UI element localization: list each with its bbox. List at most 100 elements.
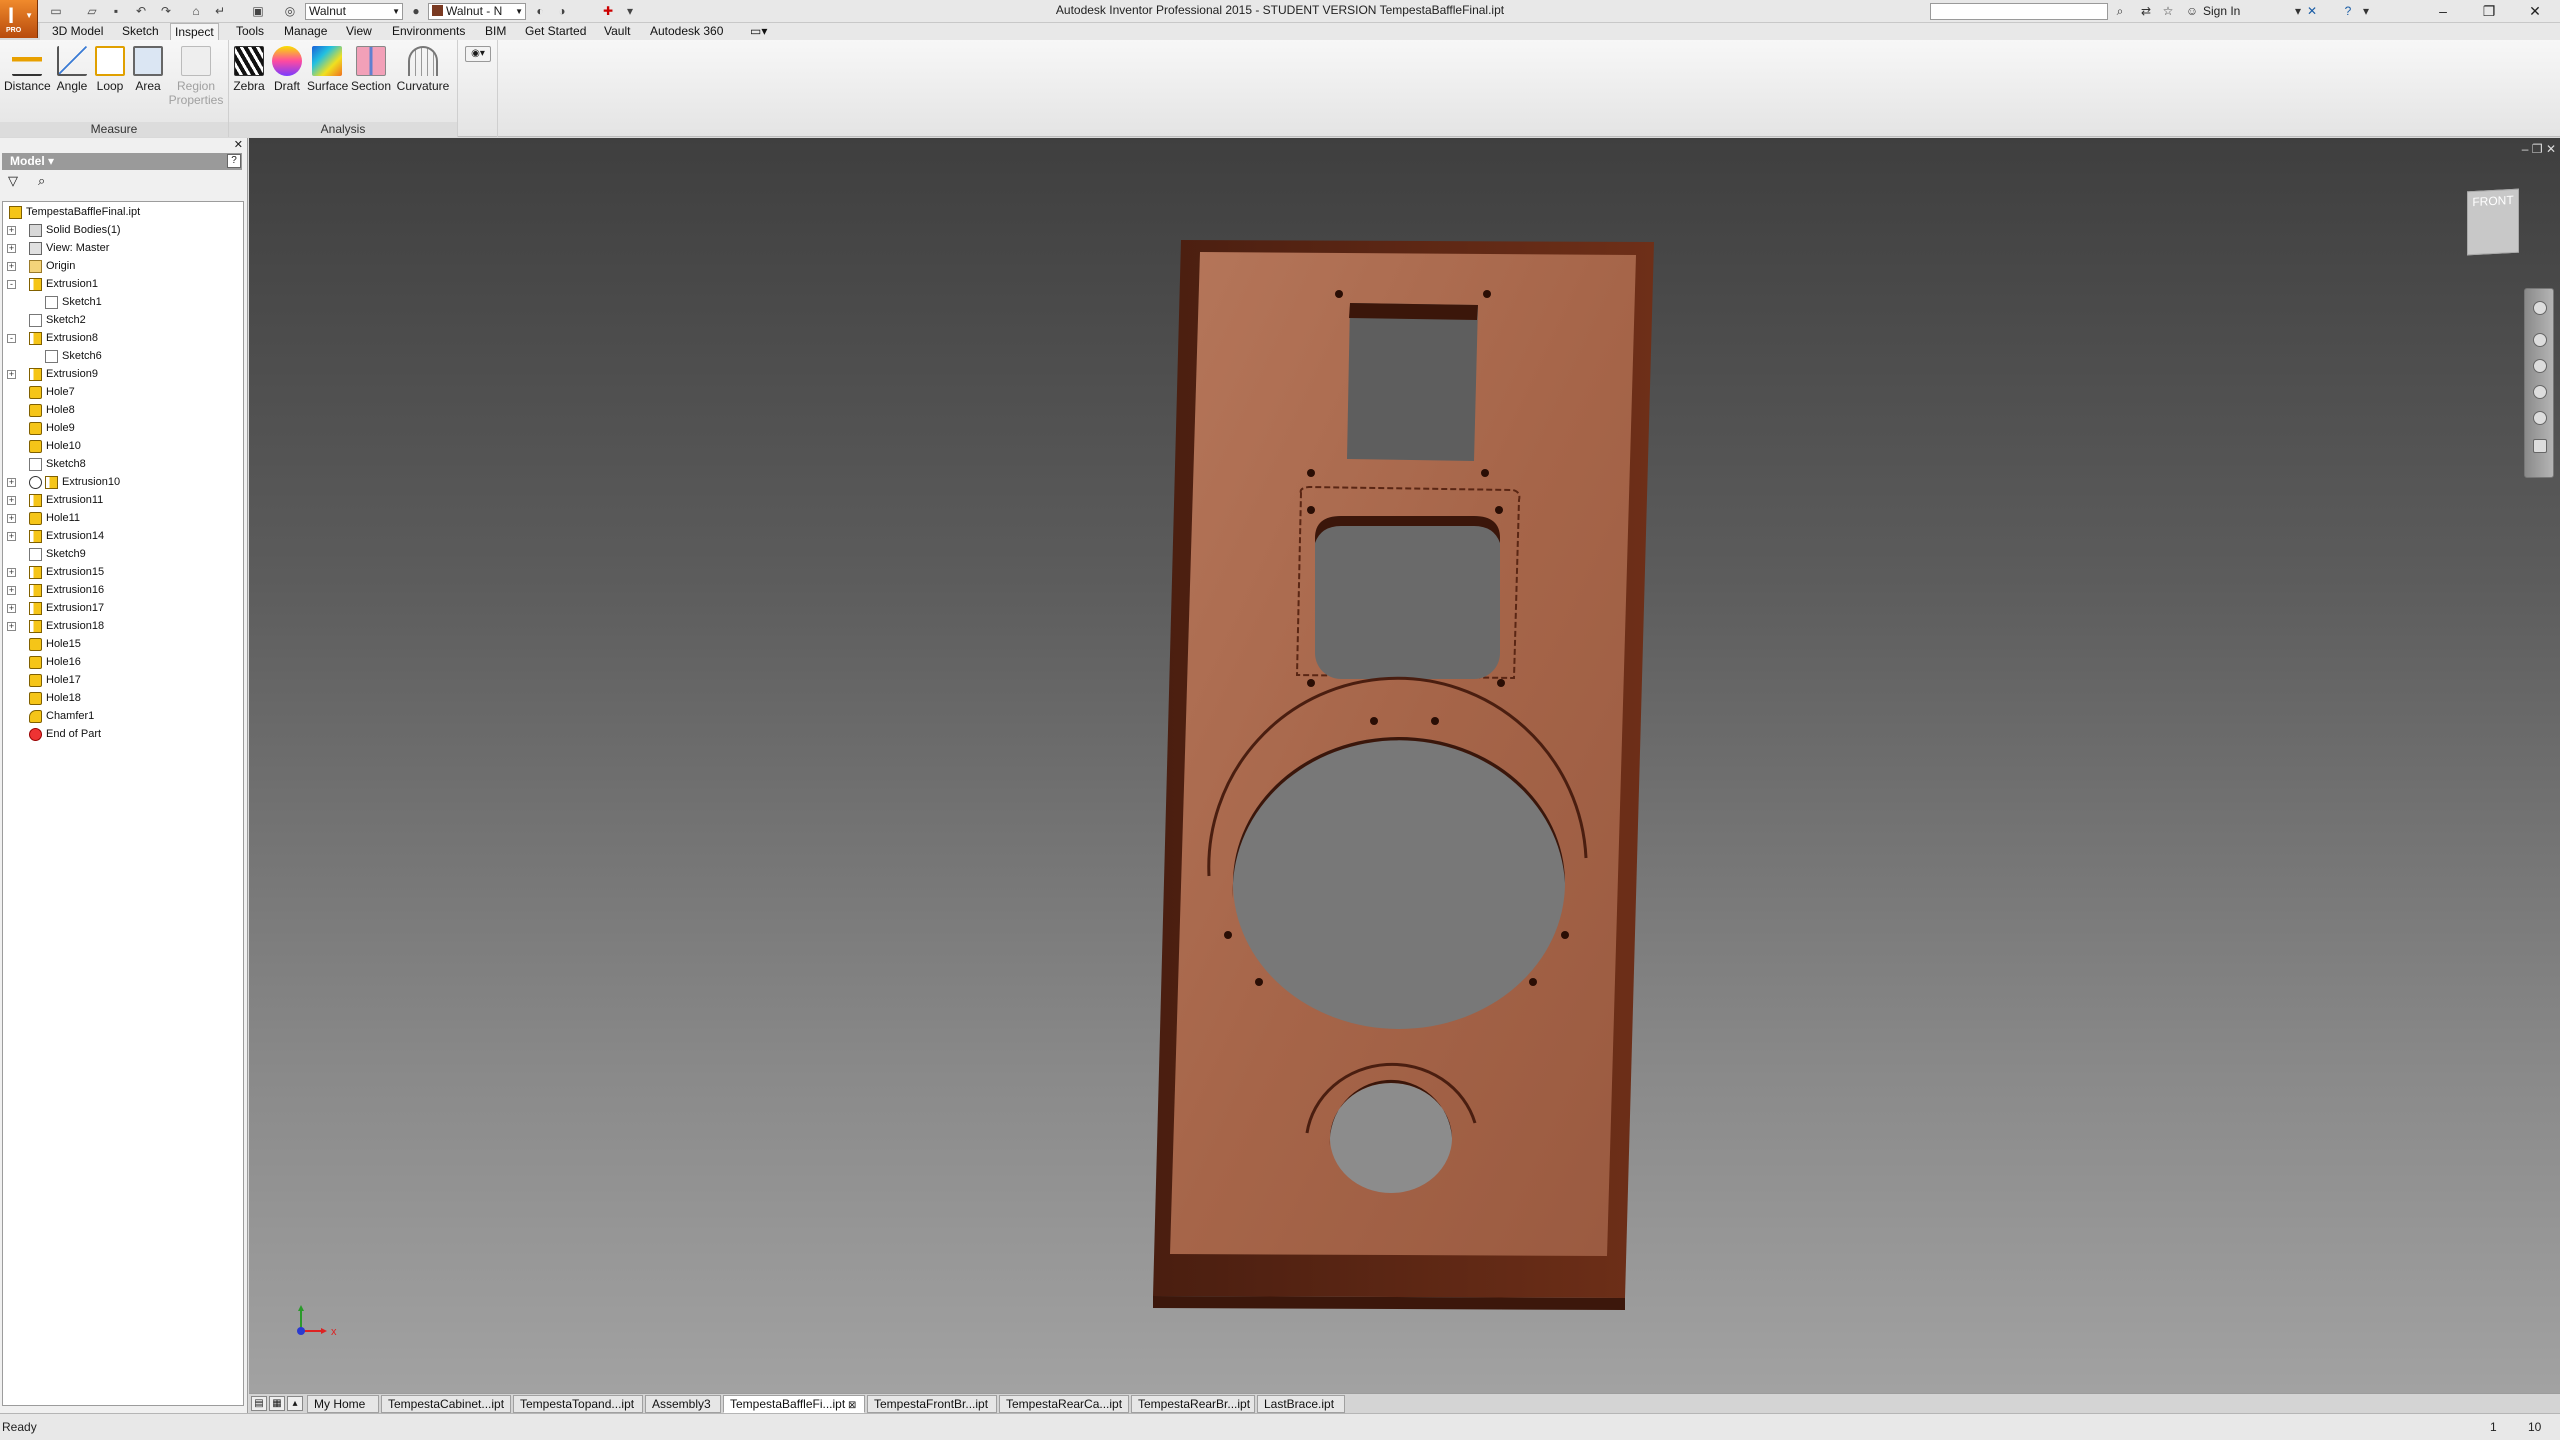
tab-view[interactable]: View xyxy=(342,23,376,40)
browser-header[interactable]: Model ▾ ? xyxy=(2,153,242,170)
curvature-button[interactable]: Curvature xyxy=(393,46,453,93)
tree-node-label: Solid Bodies(1) xyxy=(46,224,121,236)
appearance-sphere-icon: ● xyxy=(412,4,420,18)
application-menu-button[interactable]: I PRO ▼ xyxy=(0,0,38,38)
expand-icon[interactable]: + xyxy=(7,496,16,505)
expand-icon[interactable]: + xyxy=(7,226,16,235)
document-tab[interactable]: TempestaBaffleFi...ipt ⊠ xyxy=(723,1395,865,1413)
select-icon[interactable]: ◎ xyxy=(282,4,298,19)
part-model[interactable] xyxy=(249,138,2560,1393)
document-tab[interactable]: TempestaCabinet...ipt xyxy=(381,1395,511,1413)
appearance-dropdown[interactable]: Walnut - N ▼ xyxy=(428,3,526,20)
draft-label: Draft xyxy=(273,79,300,93)
material-dropdown[interactable]: Walnut ▼ xyxy=(305,3,403,20)
area-label: Area xyxy=(135,79,161,93)
extra-panel: ◉▾ xyxy=(458,40,498,137)
region-properties-button[interactable]: Region Properties xyxy=(166,46,226,107)
redo-icon[interactable]: ↷ xyxy=(158,4,174,19)
help-search-input[interactable] xyxy=(1930,3,2108,20)
expand-icon[interactable]: + xyxy=(7,478,16,487)
expand-icon[interactable]: + xyxy=(7,514,16,523)
user-icon: ☺ xyxy=(2185,4,2199,18)
analysis-visibility-button[interactable]: ◉▾ xyxy=(460,46,496,62)
document-tab[interactable]: My Home xyxy=(307,1395,379,1413)
area-button[interactable]: Area xyxy=(128,46,168,93)
document-tab[interactable]: TempestaRearBr...ipt xyxy=(1131,1395,1255,1413)
close-tab-icon[interactable]: ⊠ xyxy=(845,1400,856,1411)
app-logo-letter: I xyxy=(8,3,15,28)
expand-icon[interactable]: + xyxy=(7,586,16,595)
binoculars-icon[interactable]: ⌕ xyxy=(2112,3,2128,19)
save-icon[interactable]: ▪ xyxy=(108,4,124,19)
close-button[interactable]: ✕ xyxy=(2512,0,2558,22)
chevron-down-icon[interactable]: ▾ xyxy=(2358,3,2374,19)
section-button[interactable]: Section xyxy=(351,46,391,93)
tab-inspect[interactable]: Inspect xyxy=(170,23,219,41)
open-folder-icon[interactable]: ▱ xyxy=(84,4,100,19)
hole-icon xyxy=(29,440,42,453)
filter-icon[interactable]: ▽ xyxy=(8,173,18,189)
restore-button[interactable]: ❐ xyxy=(2466,0,2512,22)
draft-button[interactable]: Draft xyxy=(267,46,307,93)
document-tab[interactable]: TempestaTopand...ipt xyxy=(513,1395,643,1413)
clear-appearance-icon[interactable]: ◑ xyxy=(554,4,570,19)
appearance-value: Walnut - N xyxy=(446,4,503,18)
cutout-port xyxy=(1330,1083,1452,1193)
surface-button[interactable]: Surface xyxy=(307,46,348,93)
expand-icon[interactable]: + xyxy=(7,244,16,253)
expand-icon[interactable]: + xyxy=(7,604,16,613)
loop-button[interactable]: Loop xyxy=(90,46,130,93)
graphics-viewport[interactable]: – ❐ ✕ FRONT x xyxy=(249,138,2560,1393)
minimize-button[interactable]: – xyxy=(2420,0,2466,22)
expand-icon[interactable]: + xyxy=(7,262,16,271)
help-icon[interactable]: ? xyxy=(2340,3,2356,19)
update-icon[interactable]: ▣ xyxy=(250,4,266,19)
document-tab[interactable]: Assembly3 xyxy=(645,1395,721,1413)
analysis-panel-label: Analysis xyxy=(229,122,457,137)
adjust-icon[interactable]: ◐ xyxy=(532,4,548,19)
tab-get-started[interactable]: Get Started xyxy=(521,23,590,40)
document-tab[interactable]: LastBrace.ipt xyxy=(1257,1395,1345,1413)
expand-icon[interactable]: + xyxy=(7,622,16,631)
binoculars-icon[interactable]: ⌕ xyxy=(38,173,45,189)
angle-button[interactable]: Angle xyxy=(52,46,92,93)
tab-manage[interactable]: Manage xyxy=(280,23,331,40)
expand-icon[interactable]: + xyxy=(7,568,16,577)
tree-node-label: Extrusion1 xyxy=(46,278,98,290)
tab-bim[interactable]: BIM xyxy=(481,23,510,40)
baffle-bottom-edge xyxy=(1153,1296,1625,1310)
return-icon[interactable]: ↵ xyxy=(212,4,228,19)
tree-node-label: Extrusion18 xyxy=(46,620,105,632)
collapse-icon[interactable]: - xyxy=(7,334,16,343)
help-icon[interactable]: ? xyxy=(227,154,241,168)
tab-autodesk-360[interactable]: Autodesk 360 xyxy=(646,23,727,40)
tab-menu-icon[interactable]: ▴ xyxy=(287,1396,303,1411)
undo-icon[interactable]: ↶ xyxy=(133,4,149,19)
customize-chevron-icon[interactable]: ▾ xyxy=(622,4,638,19)
exchange-icon[interactable]: ⇄ xyxy=(2138,3,2154,19)
tile-icon[interactable]: ▤ xyxy=(251,1396,267,1411)
tab-sketch[interactable]: Sketch xyxy=(118,23,163,40)
x-autodesk-icon[interactable]: ✕ xyxy=(2304,3,2320,19)
ilogic-icon[interactable]: ✚ xyxy=(600,4,616,19)
section-label: Section xyxy=(351,79,392,93)
star-icon[interactable]: ☆ xyxy=(2160,3,2176,19)
expand-icon[interactable]: + xyxy=(7,532,16,541)
tab-environments[interactable]: Environments xyxy=(388,23,469,40)
cascade-icon[interactable]: ▦ xyxy=(269,1396,285,1411)
collapse-icon[interactable]: - xyxy=(7,280,16,289)
zebra-button[interactable]: Zebra xyxy=(229,46,269,93)
home-icon[interactable]: ⌂ xyxy=(188,4,204,19)
document-tab[interactable]: TempestaRearCa...ipt xyxy=(999,1395,1129,1413)
expand-icon[interactable]: + xyxy=(7,370,16,379)
sign-in-link[interactable]: Sign In xyxy=(2203,4,2240,18)
browser-title[interactable]: Model ▾ xyxy=(10,154,54,168)
ribbon-options-icon[interactable]: ▭▾ xyxy=(746,23,771,40)
close-icon[interactable]: ✕ xyxy=(234,138,243,151)
tab-tools[interactable]: Tools xyxy=(232,23,268,40)
tab-vault[interactable]: Vault xyxy=(600,23,634,40)
tab-3d-model[interactable]: 3D Model xyxy=(48,23,107,40)
document-tab[interactable]: TempestaFrontBr...ipt xyxy=(867,1395,997,1413)
new-file-icon[interactable]: ▭ xyxy=(48,4,64,19)
distance-button[interactable]: Distance xyxy=(4,46,51,93)
